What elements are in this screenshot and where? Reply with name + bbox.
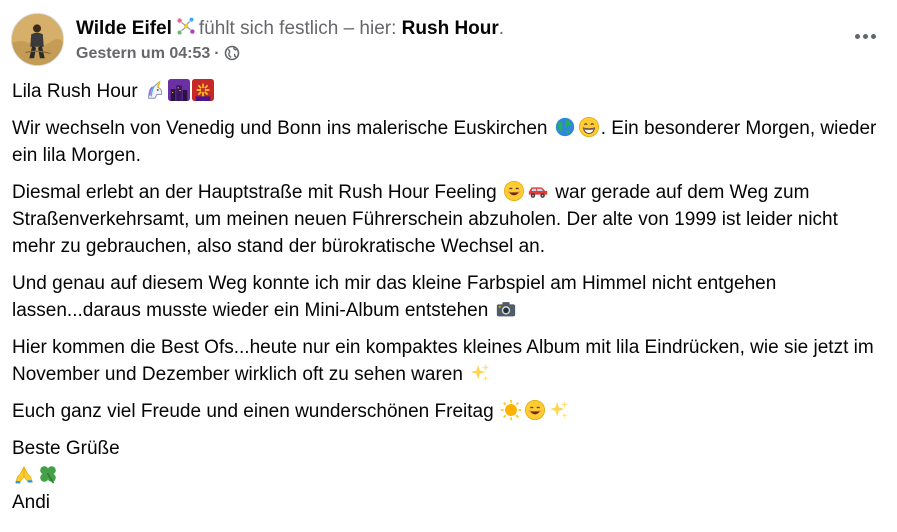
more-options-dot	[862, 33, 868, 39]
post-header-title: Wilde Eifel fühlt sich festlich – hier: R…	[76, 16, 504, 41]
four-leaf-clover-icon	[37, 463, 59, 485]
paragraph-text: Diesmal erlebt an der Hauptstraße mit Ru…	[12, 182, 497, 203]
camera-icon	[495, 298, 517, 320]
author-name-link[interactable]: Wilde Eifel	[76, 18, 172, 39]
feeling-object-link[interactable]: Rush Hour	[402, 18, 499, 39]
unicorn-icon	[144, 79, 166, 101]
sun-icon	[500, 399, 522, 421]
folded-hands-icon	[13, 463, 35, 485]
sparkles-icon	[548, 399, 570, 421]
post-text: Lila Rush Hour Wir wechseln von Venedig …	[12, 78, 885, 516]
paragraph-text: Beste Grüße	[12, 438, 120, 459]
car-icon	[527, 180, 549, 202]
smiling-face-icon	[503, 180, 525, 202]
party-popper-icon	[175, 16, 197, 38]
post-paragraph-5: Hier kommen die Best Ofs...heute nur ein…	[12, 334, 885, 388]
avatar-image	[12, 14, 63, 65]
post-timestamp-link[interactable]: Gestern um 04:53	[76, 45, 210, 62]
grinning-face-icon	[578, 116, 600, 138]
post-paragraph-1: Lila Rush Hour	[12, 78, 885, 105]
avatar[interactable]	[11, 13, 64, 66]
smiling-face-icon	[524, 399, 546, 421]
meta-separator: ·	[214, 45, 220, 62]
post-paragraph-6: Euch ganz viel Freude und einen wundersc…	[12, 398, 885, 425]
post-paragraph-2: Wir wechseln von Venedig und Bonn ins ma…	[12, 115, 885, 169]
paragraph-text: Wir wechseln von Venedig und Bonn ins ma…	[12, 118, 548, 139]
post-paragraph-8	[12, 462, 885, 489]
post-paragraph-7: Beste Grüße	[12, 435, 885, 462]
post-meta: Gestern um 04:53 ·	[76, 44, 240, 64]
fireworks-icon	[192, 79, 214, 101]
more-options-button[interactable]	[847, 22, 883, 50]
globe-earth-icon	[554, 116, 576, 138]
paragraph-text: Andi	[12, 492, 51, 513]
more-options-dot	[870, 33, 876, 39]
post-paragraph-3: Diesmal erlebt an der Hauptstraße mit Ru…	[12, 179, 885, 260]
post-header: Wilde Eifel fühlt sich festlich – hier: R…	[11, 13, 883, 69]
night-city-icon	[168, 79, 190, 101]
sparkles-icon	[469, 362, 491, 384]
globe-icon[interactable]	[224, 45, 240, 61]
paragraph-text: Und genau auf diesem Weg konnte ich mir …	[12, 273, 777, 321]
paragraph-text: Hier kommen die Best Ofs...heute nur ein…	[12, 337, 874, 385]
title-period: .	[498, 18, 505, 39]
paragraph-text: Lila Rush Hour	[12, 81, 138, 102]
post-paragraph-9: Andi	[12, 489, 885, 516]
post-paragraph-4: Und genau auf diesem Weg konnte ich mir …	[12, 270, 885, 324]
more-options-icon	[854, 33, 860, 39]
paragraph-text: Euch ganz viel Freude und einen wundersc…	[12, 401, 494, 422]
feeling-text: fühlt sich festlich – hier:	[198, 18, 397, 39]
